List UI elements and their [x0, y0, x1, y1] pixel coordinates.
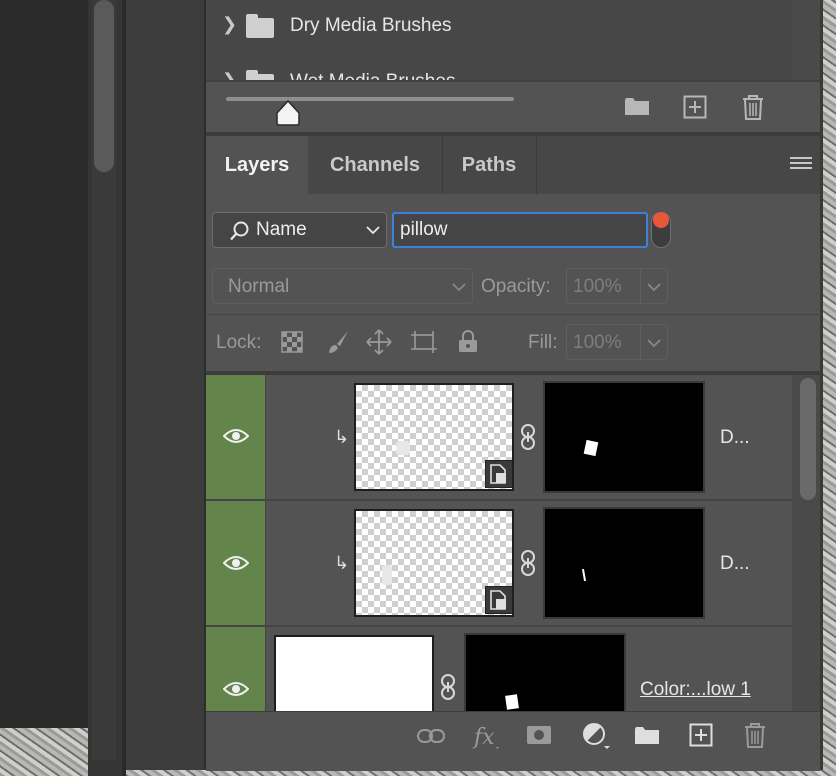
smart-object-badge [485, 460, 513, 488]
brushes-list: ❯ Dry Media Brushes ❯ Wet Media Brushes [206, 0, 792, 80]
chevron-down-icon[interactable] [647, 282, 661, 292]
thumbnail-content [396, 441, 410, 455]
layer-name[interactable]: Color:...low 1 [640, 679, 751, 701]
smart-object-icon [490, 590, 506, 610]
brush-group-row[interactable]: ❯ Dry Media Brushes [206, 0, 792, 52]
adjustment-layer-icon[interactable] [582, 722, 612, 750]
eye-icon[interactable] [223, 555, 249, 571]
opacity-value: 100% [573, 276, 622, 297]
layer-mask-thumbnail[interactable] [543, 507, 705, 619]
layer-row[interactable]: Color:...low 1 [206, 627, 792, 711]
mask-shape [505, 694, 519, 710]
collapsed-panel-column [126, 0, 204, 770]
canvas-scrollbar-thumb[interactable] [94, 0, 114, 172]
clipping-arrow-icon: ↳ [334, 553, 350, 573]
layer-filter-input[interactable] [392, 212, 648, 248]
lock-transparent-pixels-icon[interactable] [281, 331, 303, 353]
brush-group-label: Dry Media Brushes [290, 15, 452, 36]
opacity-divider [640, 268, 641, 304]
mask-shape [581, 568, 587, 582]
layer-mask-thumbnail[interactable] [464, 633, 626, 711]
brushes-scrollbar[interactable] [792, 0, 820, 80]
chevron-down-icon[interactable] [647, 338, 661, 348]
lock-artboard-icon[interactable] [410, 330, 438, 354]
fill-label: Fill: [528, 332, 558, 353]
new-layer-icon[interactable] [689, 723, 713, 747]
smart-object-badge [485, 586, 513, 614]
visibility-toggle[interactable] [206, 501, 266, 625]
mask-shape [583, 439, 599, 457]
panel-menu-icon[interactable] [790, 157, 812, 173]
tab-channels[interactable]: Channels [308, 136, 443, 194]
link-icon[interactable] [519, 549, 539, 579]
fill-divider [640, 324, 641, 360]
lock-image-pixels-icon[interactable] [326, 329, 350, 355]
panel-edge [820, 0, 823, 770]
layer-mask-thumbnail[interactable] [543, 381, 705, 493]
chevron-down-icon[interactable] [452, 282, 466, 292]
tab-layers[interactable]: Layers [206, 136, 308, 194]
new-brush-icon[interactable] [683, 95, 707, 119]
layer-name[interactable]: D... [720, 427, 750, 449]
new-group-folder-icon[interactable] [634, 724, 660, 746]
layer-row[interactable]: ↳ D... [206, 375, 792, 501]
link-icon[interactable] [519, 423, 539, 453]
lock-label: Lock: [216, 332, 262, 353]
document-canvas [0, 0, 88, 728]
lock-position-icon[interactable] [366, 329, 392, 355]
separator [206, 314, 822, 315]
visibility-toggle[interactable] [206, 375, 266, 499]
layer-name[interactable]: D... [720, 553, 750, 575]
fill-value: 100% [573, 332, 622, 353]
clipping-arrow-icon: ↳ [334, 427, 350, 447]
eye-icon[interactable] [223, 428, 249, 444]
trash-icon[interactable] [743, 722, 767, 748]
add-mask-icon[interactable] [526, 725, 552, 745]
new-group-folder-icon[interactable] [624, 95, 650, 117]
layers-list: ↳ D... ↳ D... Color:...low 1 [206, 375, 792, 711]
brush-group-row[interactable]: ❯ Wet Media Brushes [206, 56, 792, 80]
svg-text:fx: fx [472, 725, 495, 750]
search-icon [230, 221, 249, 241]
filter-on-indicator[interactable] [653, 212, 669, 228]
layer-row[interactable]: ↳ D... [206, 501, 792, 627]
layers-scrollbar-thumb[interactable] [800, 378, 816, 500]
fx-icon[interactable]: fx [472, 722, 502, 752]
fill-layer-thumbnail[interactable] [274, 635, 434, 711]
chevron-right-icon[interactable]: ❯ [222, 70, 237, 80]
chevron-down-icon[interactable] [366, 225, 380, 235]
slider-thumb[interactable] [275, 99, 301, 127]
brush-size-slider[interactable] [226, 97, 514, 101]
lock-all-icon[interactable] [458, 329, 478, 353]
link-layers-icon[interactable] [416, 727, 446, 745]
tab-paths[interactable]: Paths [442, 136, 537, 194]
folder-icon [246, 14, 274, 38]
link-icon[interactable] [439, 673, 459, 703]
filter-type-label: Name [256, 219, 307, 240]
layers-toolbar [206, 711, 820, 771]
thumbnail-content [382, 565, 392, 585]
trash-icon[interactable] [741, 94, 765, 120]
visibility-toggle[interactable] [206, 627, 266, 711]
blend-mode-label: Normal [228, 276, 290, 297]
smart-object-icon [490, 464, 506, 484]
brush-group-label: Wet Media Brushes [290, 71, 455, 80]
opacity-label: Opacity: [481, 276, 551, 297]
chevron-right-icon[interactable]: ❯ [222, 14, 237, 35]
eye-icon[interactable] [223, 681, 249, 697]
